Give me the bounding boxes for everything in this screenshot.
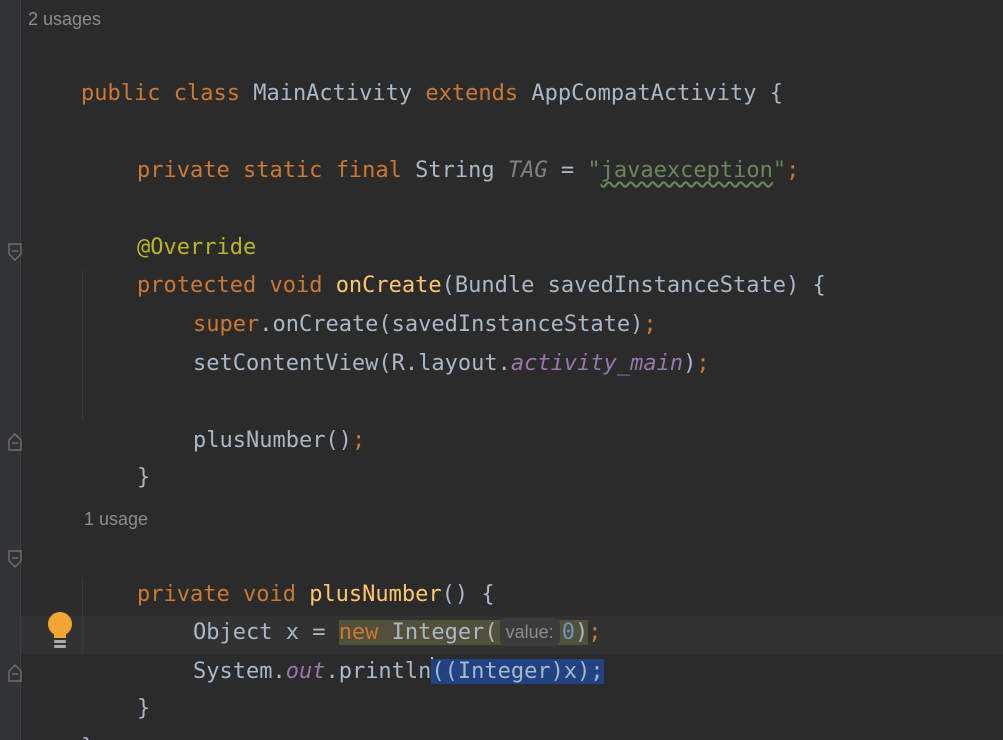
field-name: TAG xyxy=(507,158,548,183)
code-line[interactable]: @Override xyxy=(84,194,256,260)
code-line[interactable]: } xyxy=(84,424,150,490)
code-line[interactable]: } xyxy=(84,655,150,721)
code-line[interactable]: super.onCreate(savedInstanceState); xyxy=(140,271,657,337)
code-line[interactable]: } xyxy=(28,694,94,740)
semicolon: ; xyxy=(786,158,800,183)
quote: " xyxy=(587,158,601,183)
editor-gutter[interactable] xyxy=(0,0,21,740)
code-line[interactable]: Object x = new Integer(value: 0); xyxy=(140,579,601,646)
keyword: extends xyxy=(425,81,519,106)
fold-start-icon[interactable] xyxy=(8,550,22,568)
class-ref: System. xyxy=(192,659,286,684)
usages-hint[interactable]: 2 usages xyxy=(28,9,101,30)
class-name: AppCompatActivity xyxy=(531,81,757,106)
quote: " xyxy=(772,158,787,183)
indent-guide xyxy=(82,578,83,654)
keyword: static xyxy=(242,158,323,183)
keyword: class xyxy=(173,81,240,106)
code-line[interactable]: public class MainActivity extends AppCom… xyxy=(28,40,783,106)
code-line[interactable]: System.out.println((Integer)x); xyxy=(140,618,604,684)
code-line[interactable]: plusNumber(); xyxy=(140,387,365,453)
brace: { xyxy=(769,81,784,106)
indent-guide xyxy=(82,270,83,420)
code-line[interactable]: private static final String TAG = "javae… xyxy=(84,117,799,183)
brace: } xyxy=(136,696,151,721)
keyword: private xyxy=(136,158,230,183)
keyword: final xyxy=(335,158,402,183)
keyword: public xyxy=(80,81,161,106)
class-name: MainActivity xyxy=(253,81,413,106)
fold-start-icon[interactable] xyxy=(8,243,22,261)
paren: ) xyxy=(683,351,697,376)
brace: } xyxy=(81,735,94,740)
code-line[interactable]: private void plusNumber() { xyxy=(84,541,495,607)
code-line[interactable]: setContentView(R.layout.activity_main); xyxy=(140,310,710,376)
call-expr: plusNumber() xyxy=(192,428,352,453)
type-name: String xyxy=(415,158,495,183)
string-literal: javaexception xyxy=(600,158,773,183)
static-field: out xyxy=(285,659,326,684)
semicolon: ; xyxy=(696,351,710,376)
fold-end-icon[interactable] xyxy=(8,664,22,682)
operator: = xyxy=(560,158,575,183)
code-editor[interactable]: 2 usages 1 usage public class MainActivi… xyxy=(0,0,1003,740)
call-expr: setContentView(R.layout. xyxy=(192,351,511,376)
constant: activity_main xyxy=(510,351,684,376)
semicolon: ; xyxy=(351,428,366,453)
brace: } xyxy=(136,465,151,490)
lightbulb-icon[interactable] xyxy=(44,610,76,652)
method-call: .println xyxy=(325,659,432,684)
code-line[interactable]: protected void onCreate(Bundle savedInst… xyxy=(84,232,826,298)
fold-end-icon[interactable] xyxy=(8,433,22,451)
selected-text[interactable]: ((Integer)x); xyxy=(431,659,604,684)
